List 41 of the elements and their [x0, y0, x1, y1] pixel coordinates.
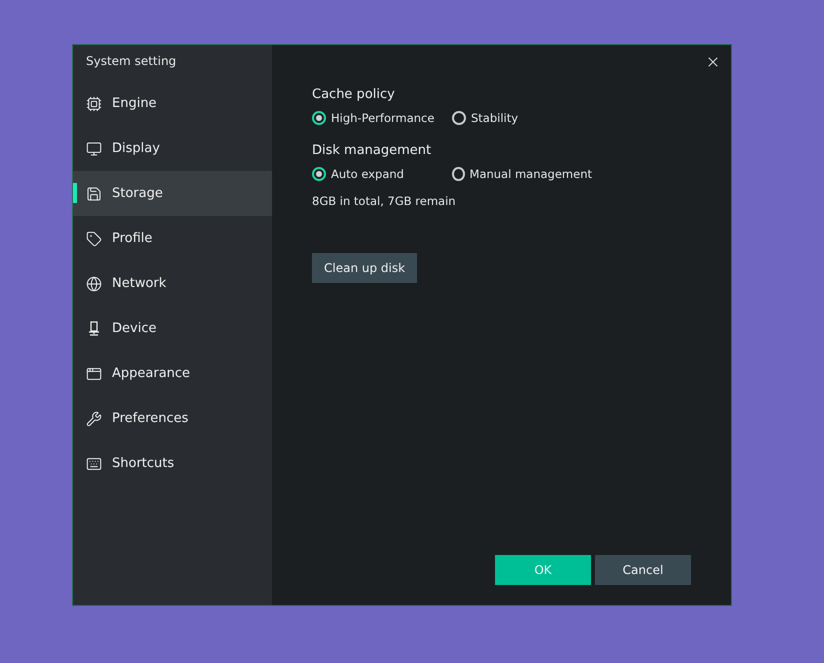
tag-icon [86, 230, 102, 246]
radio-label: Auto expand [331, 167, 404, 181]
radio-label: High-Performance [331, 111, 434, 125]
sidebar-item-label: Preferences [112, 411, 188, 426]
sidebar-item[interactable]: Storage [73, 171, 272, 216]
radio-button[interactable] [452, 167, 465, 181]
wrench-icon [86, 410, 102, 426]
globe-icon [86, 276, 102, 292]
storage-info: 8GB in total, 7GB remain [312, 194, 457, 208]
chip-icon [86, 96, 102, 112]
sidebar-item[interactable]: Device [73, 306, 272, 351]
sidebar-item-label: Display [112, 141, 160, 156]
sidebar-item[interactable]: Appearance [73, 351, 272, 396]
sidebar-item[interactable]: Display [73, 126, 272, 171]
sidebar-item[interactable]: Preferences [73, 396, 272, 441]
sidebar-item[interactable]: Profile [73, 216, 272, 261]
cancel-button[interactable]: Cancel [595, 555, 691, 585]
keyboard-icon [86, 456, 102, 472]
selection-indicator [73, 183, 77, 203]
radio-button[interactable] [452, 111, 466, 125]
device-stand-icon [86, 320, 102, 336]
sidebar-item[interactable]: Shortcuts [73, 441, 272, 486]
monitor-icon [86, 140, 102, 156]
sidebar-item-label: Engine [112, 96, 157, 111]
section-heading: Cache policy [312, 87, 396, 102]
section-heading: Disk management [312, 143, 432, 158]
radio-button[interactable] [312, 111, 326, 125]
radio-label: Manual management [470, 167, 592, 181]
sidebar-item-label: Shortcuts [112, 456, 174, 471]
radio-label: Stability [471, 111, 518, 125]
clean-up-button[interactable]: Clean up disk [312, 253, 418, 283]
sidebar-item-label: Network [112, 276, 166, 291]
sidebar-item-label: Device [112, 321, 156, 336]
sidebar-item-label: Storage [112, 186, 163, 201]
sidebar-item[interactable]: Engine [73, 81, 272, 126]
sidebar-item-label: Appearance [112, 366, 190, 381]
window-icon [86, 366, 102, 382]
sidebar-item[interactable]: Network [73, 261, 272, 306]
radio-button[interactable] [312, 167, 326, 181]
sidebar-item-label: Profile [112, 231, 152, 246]
window-title: System setting [85, 53, 178, 70]
